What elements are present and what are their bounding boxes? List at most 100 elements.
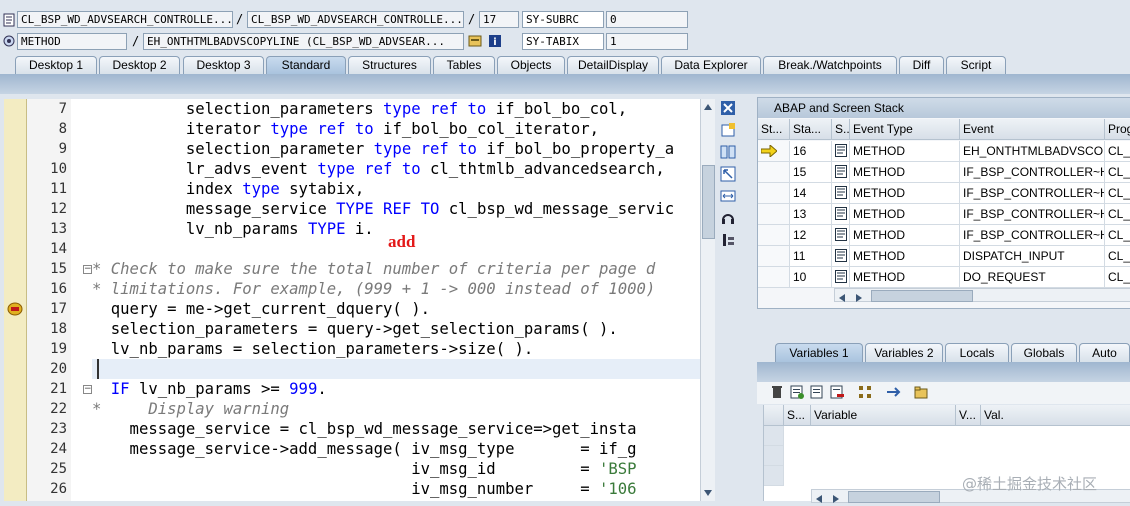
fold-toggle-icon[interactable]: − [83, 385, 92, 394]
code-line[interactable] [92, 359, 700, 379]
stack-col-header[interactable]: Event Type [850, 119, 960, 140]
tab-break-watchpoints[interactable]: Break./Watchpoints [763, 56, 897, 74]
code-line[interactable]: selection_parameter type ref to if_bol_b… [92, 139, 700, 159]
var2-name-field[interactable]: SY-TABIX [522, 33, 604, 50]
tab-desktop-3[interactable]: Desktop 3 [183, 56, 264, 74]
swap-icon[interactable] [720, 144, 736, 160]
stack-row[interactable]: 13 METHODIF_BSP_CONTROLLER~H...CL_E [758, 204, 1130, 225]
scroll-up-icon[interactable] [703, 101, 713, 111]
stack-row[interactable]: 11 METHODDISPATCH_INPUTCL_E [758, 246, 1130, 267]
new-window-icon[interactable] [720, 122, 736, 138]
code-line[interactable]: * Check to make sure the total number of… [92, 259, 700, 279]
maximize-icon[interactable] [720, 166, 736, 182]
tab-objects[interactable]: Objects [497, 56, 565, 74]
var1-value-field[interactable]: 0 [606, 11, 688, 28]
stack-row[interactable]: 16 METHODEH_ONTHTMLBADVSCO...CL_E [758, 141, 1130, 162]
stack-row[interactable]: 10 METHODDO_REQUESTCL_E [758, 267, 1130, 288]
breakpoint-marker-icon[interactable] [7, 302, 23, 316]
scroll-thumb[interactable] [871, 290, 973, 302]
info-icon[interactable]: i [488, 34, 502, 48]
event-type-field[interactable]: METHOD [17, 33, 127, 50]
tab-globals[interactable]: Globals [1011, 343, 1077, 362]
fold-toggle-icon[interactable]: − [83, 265, 92, 274]
tab-structures[interactable]: Structures [348, 56, 431, 74]
stack-row[interactable]: 12 METHODIF_BSP_CONTROLLER~H...CL_E [758, 225, 1130, 246]
stack-horizontal-scrollbar[interactable] [834, 288, 1130, 302]
var-col-header[interactable]: Val. [981, 405, 1130, 426]
delete-icon[interactable] [769, 384, 785, 400]
var-row-selector[interactable] [764, 446, 784, 466]
stack-col-header[interactable]: Event [960, 119, 1105, 140]
scroll-right-icon[interactable] [855, 291, 863, 302]
transfer-icon[interactable] [885, 384, 901, 400]
program-field[interactable]: CL_BSP_WD_ADVSEARCH_CONTROLLE... [17, 11, 233, 28]
code-line[interactable]: iv_msg_number = '106 [92, 479, 700, 499]
scroll-thumb[interactable] [848, 491, 940, 503]
var-col-header[interactable] [764, 405, 784, 426]
stack-col-header[interactable]: St... [758, 119, 790, 140]
event-field[interactable]: EH_ONTHTMLBADVSCOPYLINE (CL_BSP_WD_ADVSE… [143, 33, 464, 50]
code-line[interactable]: IF lv_nb_params >= 999. [92, 379, 700, 399]
tab-data-explorer[interactable]: Data Explorer [661, 56, 761, 74]
scroll-left-icon[interactable] [838, 291, 846, 302]
var-row-selector[interactable] [764, 466, 784, 486]
code-line[interactable]: iterator type ref to if_bol_bo_col_itera… [92, 119, 700, 139]
tab-locals[interactable]: Locals [945, 343, 1009, 362]
code-line[interactable]: lr_advs_event type ref to cl_thtmlb_adva… [92, 159, 700, 179]
stack-col-header[interactable]: Prog [1105, 119, 1130, 140]
code-line[interactable]: selection_parameters = query->get_select… [92, 319, 700, 339]
tab-variables-2[interactable]: Variables 2 [865, 343, 943, 362]
tab-auto[interactable]: Auto [1079, 343, 1130, 362]
code-editor[interactable]: 7 8 9 10 11 12 13 14 15 16 17 18 19 20 21 22 23 24 25 26 se… [4, 99, 700, 501]
stack-col-header[interactable]: Sta... [790, 119, 832, 140]
scroll-thumb[interactable] [702, 165, 715, 239]
tab-tables[interactable]: Tables [433, 56, 495, 74]
tab-desktop-1[interactable]: Desktop 1 [15, 56, 97, 74]
code-token: iv_msg_id = [92, 460, 599, 478]
code-line[interactable]: message_service = cl_bsp_wd_message_serv… [92, 419, 700, 439]
scroll-down-icon[interactable] [703, 487, 713, 497]
code-line[interactable]: lv_nb_params = selection_parameters->siz… [92, 339, 700, 359]
code-line[interactable]: * limitations. For example, (999 + 1 -> … [92, 279, 700, 299]
var1-name-field[interactable]: SY-SUBRC [522, 11, 604, 28]
tab-standard[interactable]: Standard [266, 56, 346, 74]
remove-variable-icon[interactable] [829, 384, 845, 400]
code-line[interactable]: message_service->add_message( iv_msg_typ… [92, 439, 700, 459]
code-line[interactable]: query = me->get_current_dquery( ). [92, 299, 700, 319]
var-col-header[interactable]: V... [956, 405, 981, 426]
scroll-left-icon[interactable] [815, 492, 823, 503]
tools-icon[interactable] [720, 232, 736, 248]
stack-col-header[interactable]: S... [832, 119, 850, 140]
tab-variables-1[interactable]: Variables 1 [775, 343, 863, 362]
headset-icon[interactable] [720, 210, 736, 226]
stack-row[interactable]: 15 METHODIF_BSP_CONTROLLER~H...CL_E [758, 162, 1130, 183]
code-line[interactable]: index type sytabix, [92, 179, 700, 199]
breakpoint-gutter[interactable] [4, 99, 27, 501]
stack-row[interactable]: 14 METHODIF_BSP_CONTROLLER~H...CL_E [758, 183, 1130, 204]
var-col-header[interactable]: S... [784, 405, 811, 426]
code-line[interactable]: * Display warning [92, 399, 700, 419]
tab-detaildisplay[interactable]: DetailDisplay [567, 56, 659, 74]
close-icon[interactable] [720, 100, 736, 116]
tab-script[interactable]: Script [946, 56, 1006, 74]
scroll-right-icon[interactable] [832, 492, 840, 503]
editor-vertical-scrollbar[interactable] [700, 99, 715, 501]
add-variable-icon[interactable] [789, 384, 805, 400]
resize-icon[interactable] [720, 188, 736, 204]
code-line[interactable]: message_service TYPE REF TO cl_bsp_wd_me… [92, 199, 700, 219]
line-number-field[interactable]: 17 [479, 11, 519, 28]
var-row-selector[interactable] [764, 426, 784, 446]
tab-diff[interactable]: Diff [899, 56, 944, 74]
include-field[interactable]: CL_BSP_WD_ADVSEARCH_CONTROLLE... [247, 11, 464, 28]
var2-value-field[interactable]: 1 [606, 33, 688, 50]
edit-variable-icon[interactable] [809, 384, 825, 400]
code-area[interactable]: selection_parameters type ref to if_bol_… [92, 99, 700, 501]
code-line[interactable]: selection_parameters type ref to if_bol_… [92, 99, 700, 119]
navigate-icon[interactable] [468, 34, 482, 48]
code-token: selection_parameters [92, 100, 384, 118]
code-line[interactable]: iv_msg_id = 'BSP [92, 459, 700, 479]
hierarchy-icon[interactable] [857, 384, 873, 400]
tab-desktop-2[interactable]: Desktop 2 [99, 56, 180, 74]
var-col-header[interactable]: Variable [811, 405, 956, 426]
folder-icon[interactable] [913, 384, 929, 400]
